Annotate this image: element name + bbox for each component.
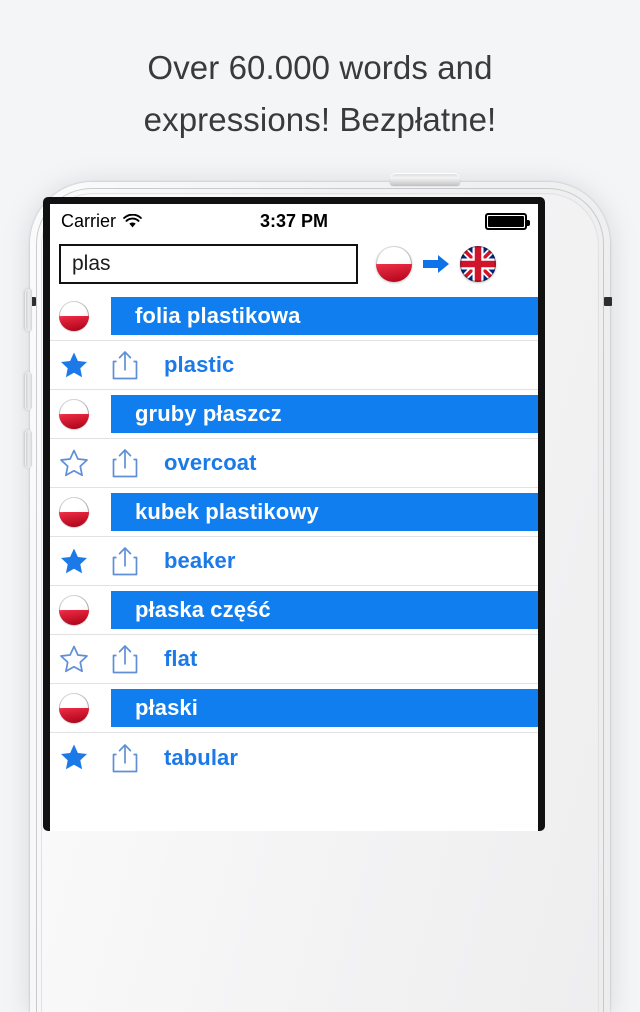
star-filled-icon[interactable]	[59, 743, 89, 772]
share-icon[interactable]	[112, 743, 138, 773]
translation-word: tabular	[164, 744, 239, 770]
battery-full-icon	[485, 212, 530, 230]
results-list: folia plastikowa plastic gruby płaszcz over…	[50, 292, 538, 782]
star-outline-icon[interactable]	[59, 645, 89, 674]
translation-word: plastic	[164, 352, 235, 377]
screen-bezel: Carrier 3:37 PM plas folia plastikowa pl…	[43, 197, 545, 831]
right-arrow-icon[interactable]	[422, 252, 450, 276]
share-icon[interactable]	[112, 448, 138, 478]
poland-flag-icon	[59, 497, 89, 527]
result-row-translation[interactable]: overcoat	[50, 439, 538, 488]
antenna-band-right	[604, 297, 612, 306]
volume-up-button[interactable]	[25, 372, 32, 410]
promo-headline-line-1: Over 60.000 words and	[147, 49, 493, 86]
translation-word: flat	[164, 646, 198, 671]
poland-flag-icon	[59, 693, 89, 723]
carrier-label: Carrier	[61, 210, 117, 231]
star-outline-icon[interactable]	[59, 449, 89, 478]
volume-down-button[interactable]	[25, 430, 32, 468]
result-row-source[interactable]: folia plastikowa	[50, 292, 538, 341]
power-button[interactable]	[390, 173, 460, 185]
wifi-icon	[123, 213, 142, 229]
status-bar-left: Carrier	[61, 211, 142, 232]
source-word: płaski	[111, 689, 538, 727]
share-icon[interactable]	[112, 644, 138, 674]
share-icon[interactable]	[112, 546, 138, 576]
promo-headline: Over 60.000 words and expressions! Bezpł…	[0, 42, 640, 146]
result-row-translation[interactable]: tabular	[50, 733, 538, 782]
search-input-value: plas	[72, 252, 111, 275]
search-input[interactable]: plas	[59, 244, 358, 284]
promo-headline-line-2: expressions! Bezpłatne!	[143, 101, 497, 138]
share-icon[interactable]	[112, 350, 138, 380]
app-screen: Carrier 3:37 PM plas folia plastikowa pl…	[50, 204, 538, 831]
status-bar: Carrier 3:37 PM	[50, 204, 538, 238]
poland-flag-icon	[59, 399, 89, 429]
star-filled-icon[interactable]	[59, 547, 89, 576]
result-row-translation[interactable]: plastic	[50, 341, 538, 390]
result-row-translation[interactable]: beaker	[50, 537, 538, 586]
result-row-source[interactable]: kubek plastikowy	[50, 488, 538, 537]
search-bar: plas	[50, 238, 538, 292]
poland-flag-icon	[59, 301, 89, 331]
poland-flag-icon[interactable]	[376, 246, 412, 282]
language-direction-control[interactable]	[376, 246, 496, 282]
source-word: płaska część	[111, 591, 538, 629]
star-filled-icon[interactable]	[59, 351, 89, 380]
result-row-source[interactable]: gruby płaszcz	[50, 390, 538, 439]
result-row-source[interactable]: płaska część	[50, 586, 538, 635]
result-row-translation[interactable]: flat	[50, 635, 538, 684]
source-word: kubek plastikowy	[111, 493, 538, 531]
source-word: folia plastikowa	[111, 297, 538, 335]
status-bar-right	[485, 212, 530, 230]
result-row-source[interactable]: płaski	[50, 684, 538, 733]
poland-flag-icon	[59, 595, 89, 625]
translation-word: beaker	[164, 548, 236, 573]
mute-switch[interactable]	[25, 289, 32, 331]
united-kingdom-flag-icon[interactable]	[460, 246, 496, 282]
source-word: gruby płaszcz	[111, 395, 538, 433]
translation-word: overcoat	[164, 450, 257, 475]
